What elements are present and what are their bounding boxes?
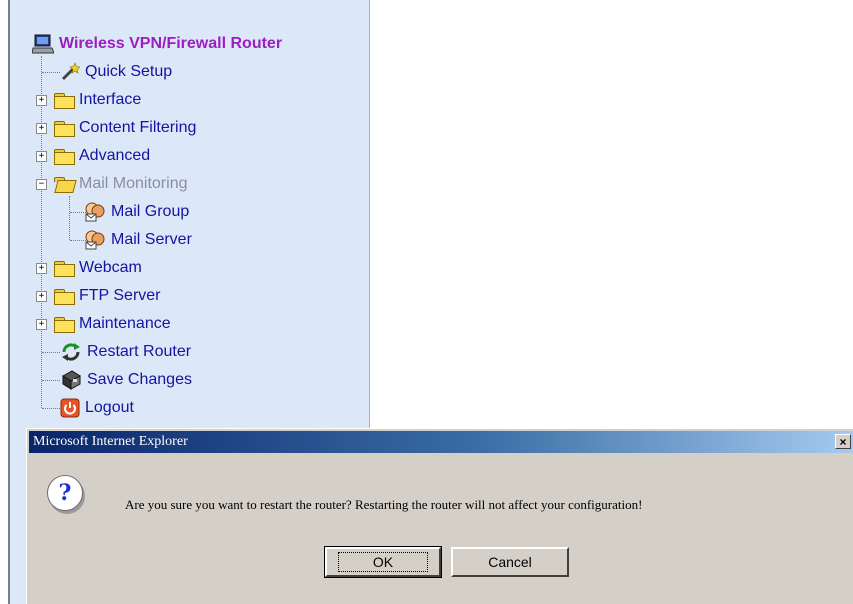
menu-item-content-filtering[interactable]: Content Filtering: [54, 116, 196, 140]
menu-item-mail-server[interactable]: Mail Server: [84, 228, 192, 252]
tree-connector: [42, 72, 60, 73]
menu-item-label: Webcam: [79, 259, 142, 276]
menu-item-label: Save Changes: [87, 371, 192, 388]
expand-toggle[interactable]: +: [36, 151, 47, 162]
expand-toggle[interactable]: +: [36, 291, 47, 302]
question-icon: ?: [47, 475, 83, 511]
ok-button-label: OK: [337, 552, 429, 572]
folder-icon: [54, 120, 75, 137]
folder-icon: [54, 148, 75, 165]
tree-root[interactable]: Wireless VPN/Firewall Router: [32, 32, 282, 56]
expand-toggle[interactable]: +: [36, 263, 47, 274]
menu-item-label: Advanced: [79, 147, 151, 164]
power-icon: [60, 398, 80, 418]
tree-connector: [42, 352, 60, 353]
close-button[interactable]: ×: [835, 434, 851, 449]
menu-item-mail-group[interactable]: Mail Group: [84, 200, 189, 224]
menu-item-interface[interactable]: Interface: [54, 88, 141, 112]
tree-connector: [42, 380, 60, 381]
folder-icon: [54, 288, 75, 305]
menu-item-restart-router[interactable]: Restart Router: [60, 340, 191, 364]
menu-item-label: FTP Server: [79, 287, 161, 304]
menu-item-label: Maintenance: [79, 315, 171, 332]
dialog-message: Are you sure you want to restart the rou…: [125, 497, 643, 512]
menu-item-label: Content Filtering: [79, 119, 197, 136]
save-icon: [62, 370, 81, 390]
menu-item-label: Quick Setup: [85, 63, 173, 80]
tree-root-label: Wireless VPN/Firewall Router: [59, 35, 283, 52]
menu-item-maintenance[interactable]: Maintenance: [54, 312, 171, 336]
tree-connector: [41, 56, 42, 408]
dialog-title: Microsoft Internet Explorer: [33, 434, 188, 449]
restart-icon: [62, 343, 80, 361]
confirm-dialog: Microsoft Internet Explorer × ? Are you …: [26, 428, 853, 604]
folder-icon: [54, 260, 75, 277]
tree-connector: [69, 196, 70, 240]
cancel-button[interactable]: Cancel: [451, 547, 569, 577]
menu-item-label: Interface: [79, 91, 142, 108]
expand-toggle[interactable]: +: [36, 123, 47, 134]
mail-user-icon: [85, 202, 105, 222]
dialog-titlebar[interactable]: Microsoft Internet Explorer ×: [29, 431, 853, 453]
menu-item-mail-monitoring[interactable]: Mail Monitoring: [54, 172, 187, 196]
menu-item-label: Restart Router: [87, 343, 192, 360]
folder-icon: [54, 316, 75, 333]
menu-item-save-changes[interactable]: Save Changes: [60, 368, 192, 392]
menu-item-label: Mail Group: [111, 203, 190, 220]
menu-item-label: Logout: [85, 399, 134, 416]
expand-toggle[interactable]: +: [36, 95, 47, 106]
menu-item-label: Mail Server: [111, 231, 192, 248]
folder-open-icon: [54, 176, 77, 193]
cancel-button-label: Cancel: [488, 554, 532, 570]
menu-item-logout[interactable]: Logout: [60, 396, 134, 420]
mail-user-icon: [85, 230, 105, 250]
menu-item-webcam[interactable]: Webcam: [54, 256, 142, 280]
menu-item-ftp-server[interactable]: FTP Server: [54, 284, 161, 308]
wand-icon: [61, 62, 80, 81]
ok-button[interactable]: OK: [324, 546, 442, 578]
folder-icon: [54, 92, 75, 109]
menu-item-advanced[interactable]: Advanced: [54, 144, 150, 168]
computer-icon: [32, 34, 54, 54]
collapse-toggle[interactable]: −: [36, 179, 47, 190]
menu-item-label: Mail Monitoring: [79, 175, 188, 192]
menu-item-quick-setup[interactable]: Quick Setup: [60, 60, 172, 84]
tree-connector: [42, 408, 60, 409]
expand-toggle[interactable]: +: [36, 319, 47, 330]
